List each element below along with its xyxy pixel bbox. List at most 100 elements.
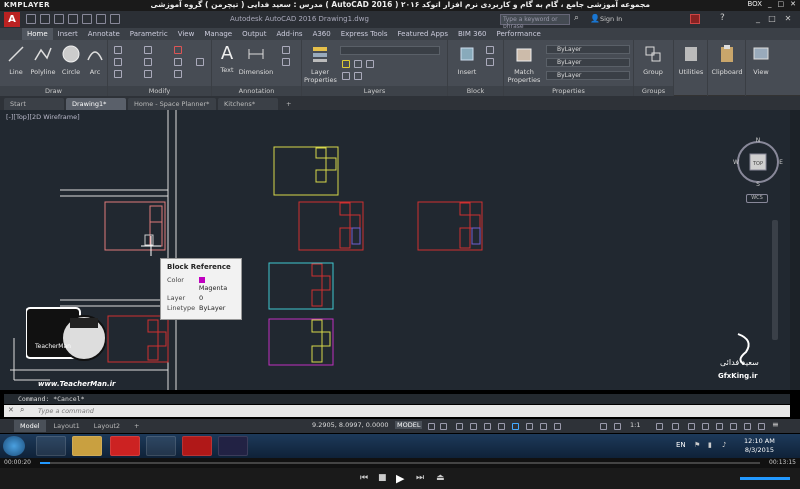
play-icon[interactable]: ▶	[396, 472, 404, 485]
new-tab-button[interactable]: +	[280, 98, 297, 110]
osnap-icon[interactable]	[512, 423, 519, 430]
block-cyan[interactable]	[268, 262, 334, 310]
file-tab-start[interactable]: Start	[4, 98, 64, 110]
plot-icon[interactable]	[82, 14, 92, 24]
drawing-canvas[interactable]	[0, 110, 790, 390]
clipboard-button[interactable]: Clipboard	[710, 44, 744, 76]
player-window-controls[interactable]: BOX _ □ ✕	[747, 0, 796, 8]
create-block-icon[interactable]	[486, 46, 494, 54]
block-red-1[interactable]	[298, 201, 364, 251]
clock[interactable]: 12:10 AM 8/3/2015	[744, 437, 775, 455]
fillet-icon[interactable]	[144, 70, 152, 78]
polar-icon[interactable]	[470, 423, 477, 430]
utilities-button[interactable]: Utilities	[676, 44, 706, 76]
tab-annotate[interactable]: Annotate	[83, 28, 125, 40]
hardware-acceleration-icon[interactable]	[744, 423, 751, 430]
trim-icon[interactable]	[144, 46, 152, 54]
file-tab-kitchens[interactable]: Kitchens*	[218, 98, 278, 110]
stop-icon[interactable]: ■	[378, 473, 387, 483]
autocad-taskbar-icon[interactable]	[110, 436, 140, 456]
explorer-icon[interactable]	[72, 436, 102, 456]
redo-icon[interactable]	[110, 14, 120, 24]
line-button[interactable]: Line	[4, 44, 28, 76]
copy-icon[interactable]	[114, 70, 122, 78]
block-panel-label[interactable]: Block	[448, 86, 503, 96]
layer-dropdown[interactable]	[340, 46, 440, 55]
open-icon[interactable]	[40, 14, 50, 24]
language-indicator[interactable]: EN	[676, 441, 686, 449]
ortho-icon[interactable]	[456, 423, 463, 430]
layout-tab-model[interactable]: Model	[14, 420, 46, 432]
tab-insert[interactable]: Insert	[53, 28, 83, 40]
tab-manage[interactable]: Manage	[199, 28, 237, 40]
transparency-icon[interactable]	[540, 423, 547, 430]
tab-performance[interactable]: Performance	[491, 28, 545, 40]
layout-tab-layout1[interactable]: Layout1	[48, 420, 86, 432]
circle-button[interactable]: Circle	[58, 44, 84, 76]
lineweight-icon[interactable]	[526, 423, 533, 430]
workspace-gear-icon[interactable]	[656, 423, 663, 430]
flag-icon[interactable]: ⚑	[694, 441, 700, 449]
undo-icon[interactable]	[96, 14, 106, 24]
wcs-menu[interactable]: WCS	[746, 194, 768, 203]
layer-on-icon[interactable]	[342, 60, 350, 68]
lineweight-dropdown[interactable]: ByLayer	[546, 58, 630, 67]
rotate-icon[interactable]	[114, 58, 122, 66]
photoshop-icon[interactable]	[218, 436, 248, 456]
explode-icon[interactable]	[174, 58, 182, 66]
insert-button[interactable]: Insert	[454, 44, 480, 76]
selection-cycling-icon[interactable]	[554, 423, 561, 430]
isolate-objects-icon[interactable]	[730, 423, 737, 430]
network-icon[interactable]: ▮	[708, 441, 712, 449]
sign-in-link[interactable]: Sign In	[600, 15, 622, 23]
modify-panel-label[interactable]: Modify	[108, 86, 211, 96]
start-button[interactable]	[3, 436, 25, 456]
quick-properties-icon[interactable]	[702, 423, 709, 430]
box-label[interactable]: BOX	[747, 0, 762, 8]
block-yellow[interactable]	[273, 146, 339, 196]
open-file-icon[interactable]: ⏏	[436, 473, 445, 483]
acrobat-icon[interactable]	[182, 436, 212, 456]
block-red-2[interactable]	[417, 201, 483, 251]
acad-app-button[interactable]: A	[4, 12, 20, 27]
annotation-visibility-icon[interactable]	[600, 423, 607, 430]
tab-view[interactable]: View	[173, 28, 200, 40]
layout-tab-layout2[interactable]: Layout2	[88, 420, 126, 432]
stretch-icon[interactable]	[196, 58, 204, 66]
edit-block-icon[interactable]	[486, 58, 494, 66]
polyline-button[interactable]: Polyline	[28, 44, 58, 76]
search-input[interactable]: Type a keyword or phrase	[500, 14, 570, 30]
ie-icon[interactable]	[36, 436, 66, 456]
offset-icon[interactable]	[174, 70, 182, 78]
units-icon[interactable]	[688, 423, 695, 430]
media-player-icon[interactable]	[146, 436, 176, 456]
file-tab-space-planner[interactable]: Home - Space Planner*	[128, 98, 216, 110]
viewcube[interactable]: TOP N S E W	[733, 137, 783, 187]
text-button[interactable]: A Text	[216, 44, 238, 75]
groups-panel-label[interactable]: Groups	[634, 86, 673, 96]
mirror-icon[interactable]	[144, 58, 152, 66]
navigation-bar[interactable]	[772, 220, 778, 340]
erase-icon[interactable]	[174, 46, 182, 54]
block-red-3[interactable]	[107, 315, 169, 363]
command-search-icon[interactable]: ⌕	[20, 405, 24, 415]
tab-parametric[interactable]: Parametric	[125, 28, 173, 40]
leader-icon[interactable]	[282, 46, 290, 54]
annotation-scale[interactable]: 1:1	[630, 421, 640, 429]
table-icon[interactable]	[282, 58, 290, 66]
lock-ui-icon[interactable]	[716, 423, 723, 430]
properties-panel-label[interactable]: Properties	[504, 86, 633, 96]
grid-icon[interactable]	[428, 423, 435, 430]
minimize-icon[interactable]: _	[752, 14, 764, 24]
player-seek-bar[interactable]	[0, 458, 800, 468]
arc-button[interactable]: Arc	[84, 44, 106, 76]
prev-icon[interactable]: ⏮	[360, 473, 368, 483]
view-button[interactable]: View	[748, 44, 774, 76]
exchange-icon[interactable]	[690, 14, 700, 24]
search-icon[interactable]: ⌕	[574, 13, 579, 23]
user-icon[interactable]: 👤	[590, 14, 600, 23]
tab-home[interactable]: Home	[22, 28, 53, 40]
auto-scale-icon[interactable]	[614, 423, 621, 430]
file-tab-drawing1[interactable]: Drawing1*	[66, 98, 126, 110]
close-command-icon[interactable]: ✕	[8, 406, 14, 414]
